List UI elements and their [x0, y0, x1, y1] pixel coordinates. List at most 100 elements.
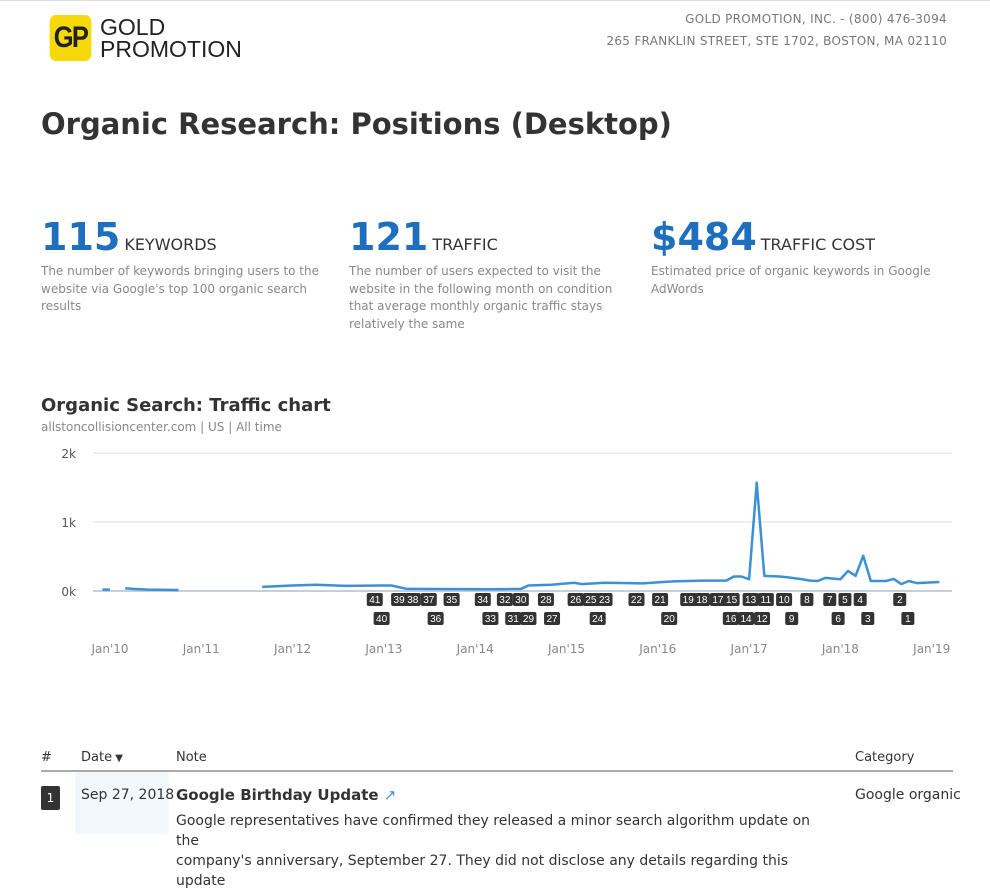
update-marker[interactable]: 3	[861, 612, 875, 625]
x-tick-label: Jan'16	[638, 642, 676, 656]
update-marker[interactable]: 15	[723, 593, 740, 606]
update-marker[interactable]: 21	[652, 593, 669, 606]
marker-label: 18	[696, 595, 708, 606]
update-marker[interactable]: 35	[443, 593, 460, 606]
update-marker[interactable]: 18	[693, 593, 710, 606]
update-marker[interactable]: 7	[823, 593, 837, 606]
update-marker[interactable]: 27	[544, 612, 561, 625]
update-marker[interactable]: 14	[738, 612, 755, 625]
update-marker[interactable]: 24	[589, 612, 606, 625]
x-tick-label: Jan'17	[730, 642, 768, 656]
note-line: Google representatives have confirmed th…	[176, 813, 811, 849]
marker-label: 28	[540, 595, 552, 606]
update-marker[interactable]: 33	[482, 612, 499, 625]
marker-label: 35	[446, 595, 458, 606]
marker-label: 32	[499, 595, 511, 606]
update-marker[interactable]: 17	[709, 593, 726, 606]
update-marker[interactable]: 9	[785, 612, 799, 625]
update-marker[interactable]: 25	[582, 593, 599, 606]
y-tick-label: 0k	[61, 585, 76, 599]
marker-label: 2	[897, 595, 903, 606]
marker-label: 12	[756, 614, 768, 625]
marker-label: 21	[655, 595, 667, 606]
row-note-text: Google representatives have confirmed th…	[176, 811, 816, 891]
x-tick-label: Jan'15	[547, 642, 585, 656]
update-marker[interactable]: 1	[901, 612, 915, 625]
marker-label: 19	[683, 595, 695, 606]
x-tick-label: Jan'18	[821, 642, 859, 656]
marker-label: 17	[712, 595, 724, 606]
update-marker[interactable]: 28	[537, 593, 554, 606]
update-marker[interactable]: 36	[427, 612, 444, 625]
marker-label: 36	[430, 614, 442, 625]
marker-label: 14	[740, 614, 752, 625]
marker-label: 31	[508, 614, 520, 625]
marker-label: 5	[842, 595, 848, 606]
update-marker[interactable]: 11	[757, 593, 774, 606]
marker-label: 34	[477, 595, 489, 606]
date-column-highlight	[75, 772, 169, 834]
x-tick-label: Jan'14	[456, 642, 494, 656]
x-tick-label: Jan'12	[273, 642, 311, 656]
marker-label: 15	[726, 595, 738, 606]
col-header-category: Category	[855, 750, 915, 765]
row-date: Sep 27, 2018	[81, 787, 175, 803]
marker-label: 33	[485, 614, 497, 625]
x-tick-label: Jan'11	[182, 642, 220, 656]
col-header-date[interactable]: Date ▼	[81, 750, 123, 765]
update-marker[interactable]: 34	[474, 593, 491, 606]
update-marker[interactable]: 29	[520, 612, 537, 625]
update-marker[interactable]: 13	[742, 593, 759, 606]
update-marker[interactable]: 37	[420, 593, 437, 606]
traffic-line	[262, 481, 940, 591]
marker-label: 40	[376, 614, 388, 625]
update-marker[interactable]: 32	[496, 593, 513, 606]
y-tick-label: 1k	[61, 516, 76, 530]
update-marker[interactable]: 39	[391, 593, 408, 606]
note-line: company's anniversary, September 27. The…	[176, 853, 789, 889]
marker-label: 24	[592, 614, 604, 625]
marker-label: 13	[745, 595, 757, 606]
marker-label: 7	[827, 595, 833, 606]
update-marker[interactable]: 2	[893, 593, 907, 606]
marker-label: 22	[631, 595, 643, 606]
marker-label: 3	[865, 614, 871, 625]
marker-label: 30	[515, 595, 527, 606]
marker-label: 10	[779, 595, 791, 606]
traffic-chart: 0k 1k 2k Jan'10 Jan'11 Jan'12 Jan'13 Jan'14 Jan'…	[61, 447, 952, 656]
x-tick-label: Jan'13	[364, 642, 402, 656]
col-header-num: #	[41, 750, 52, 765]
update-marker[interactable]: 6	[831, 612, 845, 625]
marker-label: 16	[725, 614, 737, 625]
update-marker[interactable]: 41	[366, 593, 383, 606]
row-note-title-link[interactable]: Google Birthday Update ↗	[176, 786, 396, 804]
marker-label: 23	[599, 595, 611, 606]
update-marker[interactable]: 12	[754, 612, 771, 625]
external-link-icon[interactable]: ↗	[384, 786, 397, 804]
update-marker[interactable]: 20	[661, 612, 678, 625]
update-marker[interactable]: 10	[776, 593, 793, 606]
update-marker[interactable]: 8	[800, 593, 814, 606]
update-marker[interactable]: 19	[680, 593, 697, 606]
update-marker[interactable]: 5	[838, 593, 852, 606]
marker-label: 29	[523, 614, 535, 625]
update-marker[interactable]: 22	[628, 593, 645, 606]
marker-label: 9	[789, 614, 795, 625]
update-marker[interactable]: 23	[596, 593, 613, 606]
marker-label: 4	[857, 595, 863, 606]
update-marker[interactable]: 26	[567, 593, 584, 606]
marker-label: 25	[585, 595, 597, 606]
update-marker[interactable]: 16	[722, 612, 739, 625]
x-tick-label: Jan'10	[90, 642, 128, 656]
update-marker[interactable]: 30	[512, 593, 529, 606]
update-marker[interactable]: 38	[404, 593, 421, 606]
marker-label: 6	[835, 614, 841, 625]
update-marker[interactable]: 4	[853, 593, 867, 606]
marker-label: 27	[546, 614, 558, 625]
marker-label: 41	[369, 595, 381, 606]
update-marker[interactable]: 31	[505, 612, 522, 625]
marker-label: 11	[761, 595, 772, 606]
sort-desc-icon: ▼	[112, 753, 123, 764]
update-marker[interactable]: 40	[373, 612, 390, 625]
marker-label: 20	[664, 614, 676, 625]
